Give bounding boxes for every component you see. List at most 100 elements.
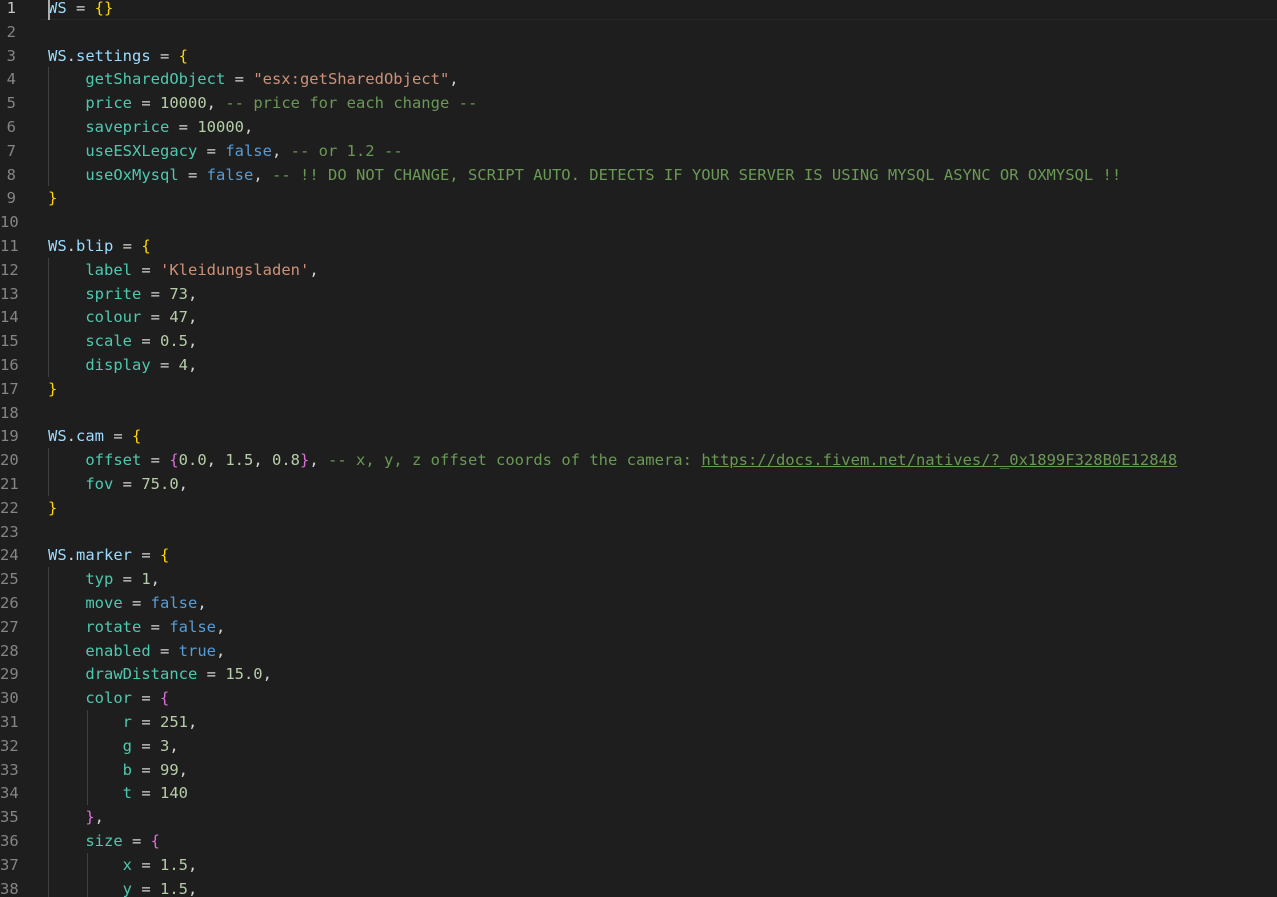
code-token: WS xyxy=(48,546,67,565)
code-line[interactable]: sprite = 73, xyxy=(48,282,197,306)
code-token: scale xyxy=(85,332,132,351)
code-token: label xyxy=(85,260,132,279)
code-line[interactable]: move = false, xyxy=(48,591,206,615)
indent-guide xyxy=(48,257,49,377)
code-token: = xyxy=(141,284,170,303)
code-line[interactable]: y = 1.5, xyxy=(48,877,198,897)
code-line[interactable]: WS.settings = { xyxy=(48,44,188,68)
code-line[interactable]: saveprice = 10000, xyxy=(48,115,253,139)
code-token: = xyxy=(66,0,95,17)
code-token: , xyxy=(215,641,226,660)
line-number: 20 xyxy=(0,451,19,470)
code-line[interactable]: WS.blip = { xyxy=(48,234,151,258)
code-token: = xyxy=(113,475,142,493)
line-number: 12 xyxy=(0,260,19,279)
code-token: = xyxy=(197,141,226,160)
code-line[interactable]: useOxMysql = false, -- !! DO NOT CHANGE,… xyxy=(48,163,1121,187)
code-line[interactable]: WS.marker = { xyxy=(48,543,169,567)
code-token: 0.0 xyxy=(178,451,207,470)
code-line[interactable]: WS = {} xyxy=(48,0,113,20)
code-token: } xyxy=(48,498,58,517)
code-token: true xyxy=(178,641,216,660)
code-token: useOxMysql xyxy=(85,165,179,184)
code-token: size xyxy=(85,832,123,850)
code-token: false xyxy=(225,141,272,160)
code-line[interactable]: colour = 47, xyxy=(48,305,197,329)
code-line[interactable]: label = 'Kleidungsladen', xyxy=(48,258,318,282)
code-token: cam xyxy=(76,427,105,446)
code-line[interactable]: rotate = false, xyxy=(48,615,225,639)
code-token: = xyxy=(122,594,151,612)
code-link[interactable]: https://docs.fivem.net/natives/?_0x1899F… xyxy=(701,451,1177,469)
code-editor[interactable]: 1 2 3 4 5 6 7 8 9 10 11 12 13 14 15 16 17 18 19 20 21 22 23 24 2… xyxy=(0,0,1277,897)
code-line[interactable]: } xyxy=(48,186,57,210)
line-number: 1 xyxy=(6,0,16,17)
code-token: { xyxy=(132,427,142,446)
code-line[interactable]: color = { xyxy=(48,686,169,710)
code-token: = xyxy=(132,689,160,708)
code-token: } xyxy=(85,808,95,827)
line-number: 9 xyxy=(6,189,16,208)
code-line[interactable]: drawDistance = 15.0, xyxy=(48,662,272,686)
line-number: 37 xyxy=(0,855,19,874)
code-token: drawDistance xyxy=(85,665,198,684)
line-number: 5 xyxy=(6,94,16,113)
code-token: 4 xyxy=(178,356,188,374)
code-token: = xyxy=(141,451,170,470)
code-line[interactable]: offset = {0.0, 1.5, 0.8}, -- x, y, z off… xyxy=(48,448,1177,472)
code-line[interactable]: } xyxy=(48,377,57,401)
code-token: { xyxy=(160,546,170,565)
line-number: 15 xyxy=(0,332,19,351)
code-token: = xyxy=(150,46,179,65)
code-line[interactable]: g = 3, xyxy=(48,734,179,758)
code-token: false xyxy=(206,165,254,184)
code-token: . xyxy=(66,546,77,565)
code-line[interactable]: price = 10000, -- price for each change … xyxy=(48,91,477,115)
code-token: WS xyxy=(48,237,67,255)
code-token: = xyxy=(169,118,198,136)
code-line[interactable]: enabled = true, xyxy=(48,639,225,663)
line-number: 4 xyxy=(6,70,16,89)
indent-guide xyxy=(86,852,88,897)
code-line[interactable]: b = 99, xyxy=(48,758,188,782)
indent-guide xyxy=(48,567,49,897)
code-token: } xyxy=(48,379,58,398)
code-line[interactable]: } xyxy=(48,496,57,520)
code-line[interactable]: r = 251, xyxy=(48,710,198,734)
code-area[interactable]: WS = {} WS.settings = { getSharedObject =… xyxy=(48,0,1277,897)
code-token: = xyxy=(197,665,226,684)
code-token: = xyxy=(132,784,160,803)
code-line[interactable]: WS.cam = { xyxy=(48,424,141,448)
line-number: 29 xyxy=(0,665,19,684)
code-token: = xyxy=(132,260,160,279)
code-line[interactable]: display = 4, xyxy=(48,353,197,377)
line-number-gutter: 1 2 3 4 5 6 7 8 9 10 11 12 13 14 15 16 17 18 19 20 21 22 23 24 2… xyxy=(0,0,40,897)
code-line[interactable]: useESXLegacy = false, -- or 1.2 -- xyxy=(48,139,402,163)
code-line[interactable]: typ = 1, xyxy=(48,567,160,591)
code-line[interactable]: }, xyxy=(48,805,104,829)
code-token: move xyxy=(85,594,123,612)
code-line[interactable]: t = 140 xyxy=(48,781,188,805)
code-token: = xyxy=(132,879,160,897)
code-token: x xyxy=(122,855,132,874)
code-token: = xyxy=(132,713,160,731)
code-line[interactable]: getSharedObject = "esx:getSharedObject", xyxy=(48,67,458,91)
code-line[interactable]: x = 1.5, xyxy=(48,853,198,877)
code-token: , xyxy=(188,713,198,731)
code-token: 99 xyxy=(160,760,179,779)
code-line[interactable]: size = { xyxy=(48,829,160,853)
code-line[interactable]: scale = 0.5, xyxy=(48,329,197,353)
code-line[interactable]: fov = 75.0, xyxy=(48,472,188,496)
code-token: "esx:getSharedObject" xyxy=(253,70,450,89)
code-token: WS xyxy=(48,0,67,17)
line-number: 18 xyxy=(0,403,19,422)
line-number: 2 xyxy=(6,22,16,41)
indent-guide xyxy=(48,67,49,187)
